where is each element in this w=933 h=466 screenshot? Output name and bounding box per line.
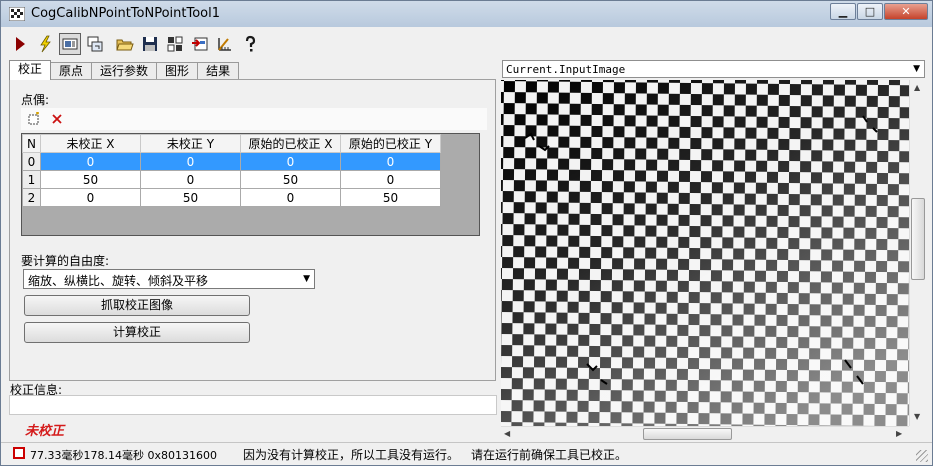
electric-icon [40,35,51,53]
calibration-state-text: 未校正 [25,424,65,439]
measure-button[interactable] [214,33,236,55]
cell-raw-cal-y[interactable]: 50 [340,188,441,207]
col-header-uncal-x[interactable]: 未校正 X [40,134,141,153]
floating-window-button[interactable] [84,33,106,55]
cell-uncal-x[interactable]: 50 [40,170,141,189]
status-message: 因为没有计算校正，所以工具没有运行。 [243,448,460,462]
col-header-raw-cal-y[interactable]: 原始的已校正 Y [340,134,441,153]
calibration-panel: 点偶: N 未校正 X 未校正 Y 原始的已校正 X 原始的已校正 Y 0 0 … [9,79,496,381]
tool-window: CogCalibNPointToNPointTool1 ▁ □ ✕ 校正 原点 … [0,0,933,466]
image-display-selected-value: Current.InputImage [506,63,626,76]
scroll-left-icon[interactable]: ◀ [504,429,510,438]
dof-select[interactable]: 缩放、纵横比、旋转、倾斜及平移 ▼ [23,269,315,289]
table-row[interactable]: 0 0 0 0 0 [22,152,441,171]
cell-raw-cal-x[interactable]: 50 [240,170,341,189]
pairs-label: 点偶: [21,93,50,107]
grab-calibration-image-button[interactable]: 抓取校正图像 [24,295,250,316]
new-item-icon [28,112,39,125]
status-hint: 请在运行前确保工具已校正。 [471,448,628,462]
dof-label: 要计算的自由度: [21,254,110,268]
run-icon [16,37,25,51]
electric-button[interactable] [34,33,56,55]
col-header-raw-cal-x[interactable]: 原始的已校正 X [240,134,341,153]
status-timing: 77.33毫秒178.14毫秒 0x80131600 [30,449,217,462]
chevron-down-icon: ▼ [913,64,920,74]
maximize-icon: □ [864,5,876,18]
image-horizontal-scrollbar[interactable]: ◀ ▶ [501,426,909,441]
dof-selected-value: 缩放、纵横比、旋转、倾斜及平移 [28,274,209,288]
grid-header-row: N 未校正 X 未校正 Y 原始的已校正 X 原始的已校正 Y [22,134,441,153]
horizontal-scroll-thumb[interactable] [643,428,733,440]
vertical-scroll-thumb[interactable] [911,197,925,280]
pairs-grid[interactable]: N 未校正 X 未校正 Y 原始的已校正 X 原始的已校正 Y 0 0 0 0 … [21,133,480,236]
cell-uncal-x[interactable]: 0 [40,188,141,207]
tab-run-params[interactable]: 运行参数 [91,62,158,80]
open-folder-icon [116,39,134,51]
minimize-button[interactable]: ▁ [830,3,856,20]
add-pair-button[interactable] [26,111,42,127]
scroll-right-icon[interactable]: ▶ [896,429,902,438]
measure-icon [218,38,231,51]
table-row[interactable]: 2 0 50 0 50 [22,188,441,207]
cell-uncal-y[interactable]: 0 [140,170,241,189]
save-icon [143,37,157,51]
delete-pair-button[interactable] [49,111,65,127]
image-display[interactable] [501,80,909,426]
row-index[interactable]: 1 [22,170,41,189]
scroll-up-icon[interactable]: ▲ [914,83,920,92]
import-button[interactable] [189,33,211,55]
pairs-grid-toolbar [21,108,487,130]
cell-raw-cal-x[interactable]: 0 [240,152,341,171]
col-header-uncal-y[interactable]: 未校正 Y [140,134,241,153]
row-index[interactable]: 2 [22,188,41,207]
scroll-down-icon[interactable]: ▼ [914,412,920,421]
display-toggle-icon [62,38,78,50]
close-icon: ✕ [901,5,911,18]
table-row[interactable]: 1 50 0 50 0 [22,170,441,189]
tab-calibration[interactable]: 校正 [9,60,52,80]
reset-icon [167,36,183,52]
run-button[interactable] [9,33,31,55]
cell-uncal-y[interactable]: 50 [140,188,241,207]
close-button[interactable]: ✕ [884,3,928,20]
compute-calibration-button[interactable]: 计算校正 [24,322,250,343]
save-button[interactable] [139,33,161,55]
row-index[interactable]: 0 [22,152,41,171]
cell-raw-cal-x[interactable]: 0 [240,188,341,207]
status-bar: 77.33毫秒178.14毫秒 0x80131600 因为没有计算校正，所以工具… [1,442,932,465]
import-icon [192,37,208,51]
checkerboard-image [501,80,909,426]
tool-toolbar [9,33,264,55]
cell-uncal-x[interactable]: 0 [40,152,141,171]
window-title: CogCalibNPointToNPointTool1 [31,6,221,21]
calibration-info-box[interactable] [9,395,497,415]
image-vertical-scrollbar[interactable]: ▲ ▼ [909,80,926,426]
maximize-button[interactable]: □ [857,3,883,20]
image-display-select[interactable]: Current.InputImage ▼ [502,60,925,78]
tab-origin[interactable]: 原点 [50,62,93,80]
minimize-icon: ▁ [838,5,848,18]
cell-uncal-y[interactable]: 0 [140,152,241,171]
help-button[interactable] [239,33,261,55]
floating-window-icon [87,36,103,52]
error-status-icon [13,447,25,459]
delete-icon [52,114,62,124]
cell-raw-cal-y[interactable]: 0 [340,152,441,171]
chevron-down-icon: ▼ [303,274,310,284]
tab-graphics[interactable]: 图形 [156,62,199,80]
tab-results[interactable]: 结果 [197,62,240,80]
title-bar[interactable]: CogCalibNPointToNPointTool1 ▁ □ ✕ [1,1,932,27]
col-header-n[interactable]: N [22,134,41,153]
open-button[interactable] [114,33,136,55]
help-icon [245,35,256,52]
resize-grip-icon[interactable] [916,450,928,462]
display-toggle-button[interactable] [59,33,81,55]
pairs-table: N 未校正 X 未校正 Y 原始的已校正 X 原始的已校正 Y 0 0 0 0 … [22,134,441,207]
cognex-app-icon [8,6,26,22]
reset-button[interactable] [164,33,186,55]
tool-tabs: 校正 原点 运行参数 图形 结果 [9,60,240,80]
cell-raw-cal-y[interactable]: 0 [340,170,441,189]
